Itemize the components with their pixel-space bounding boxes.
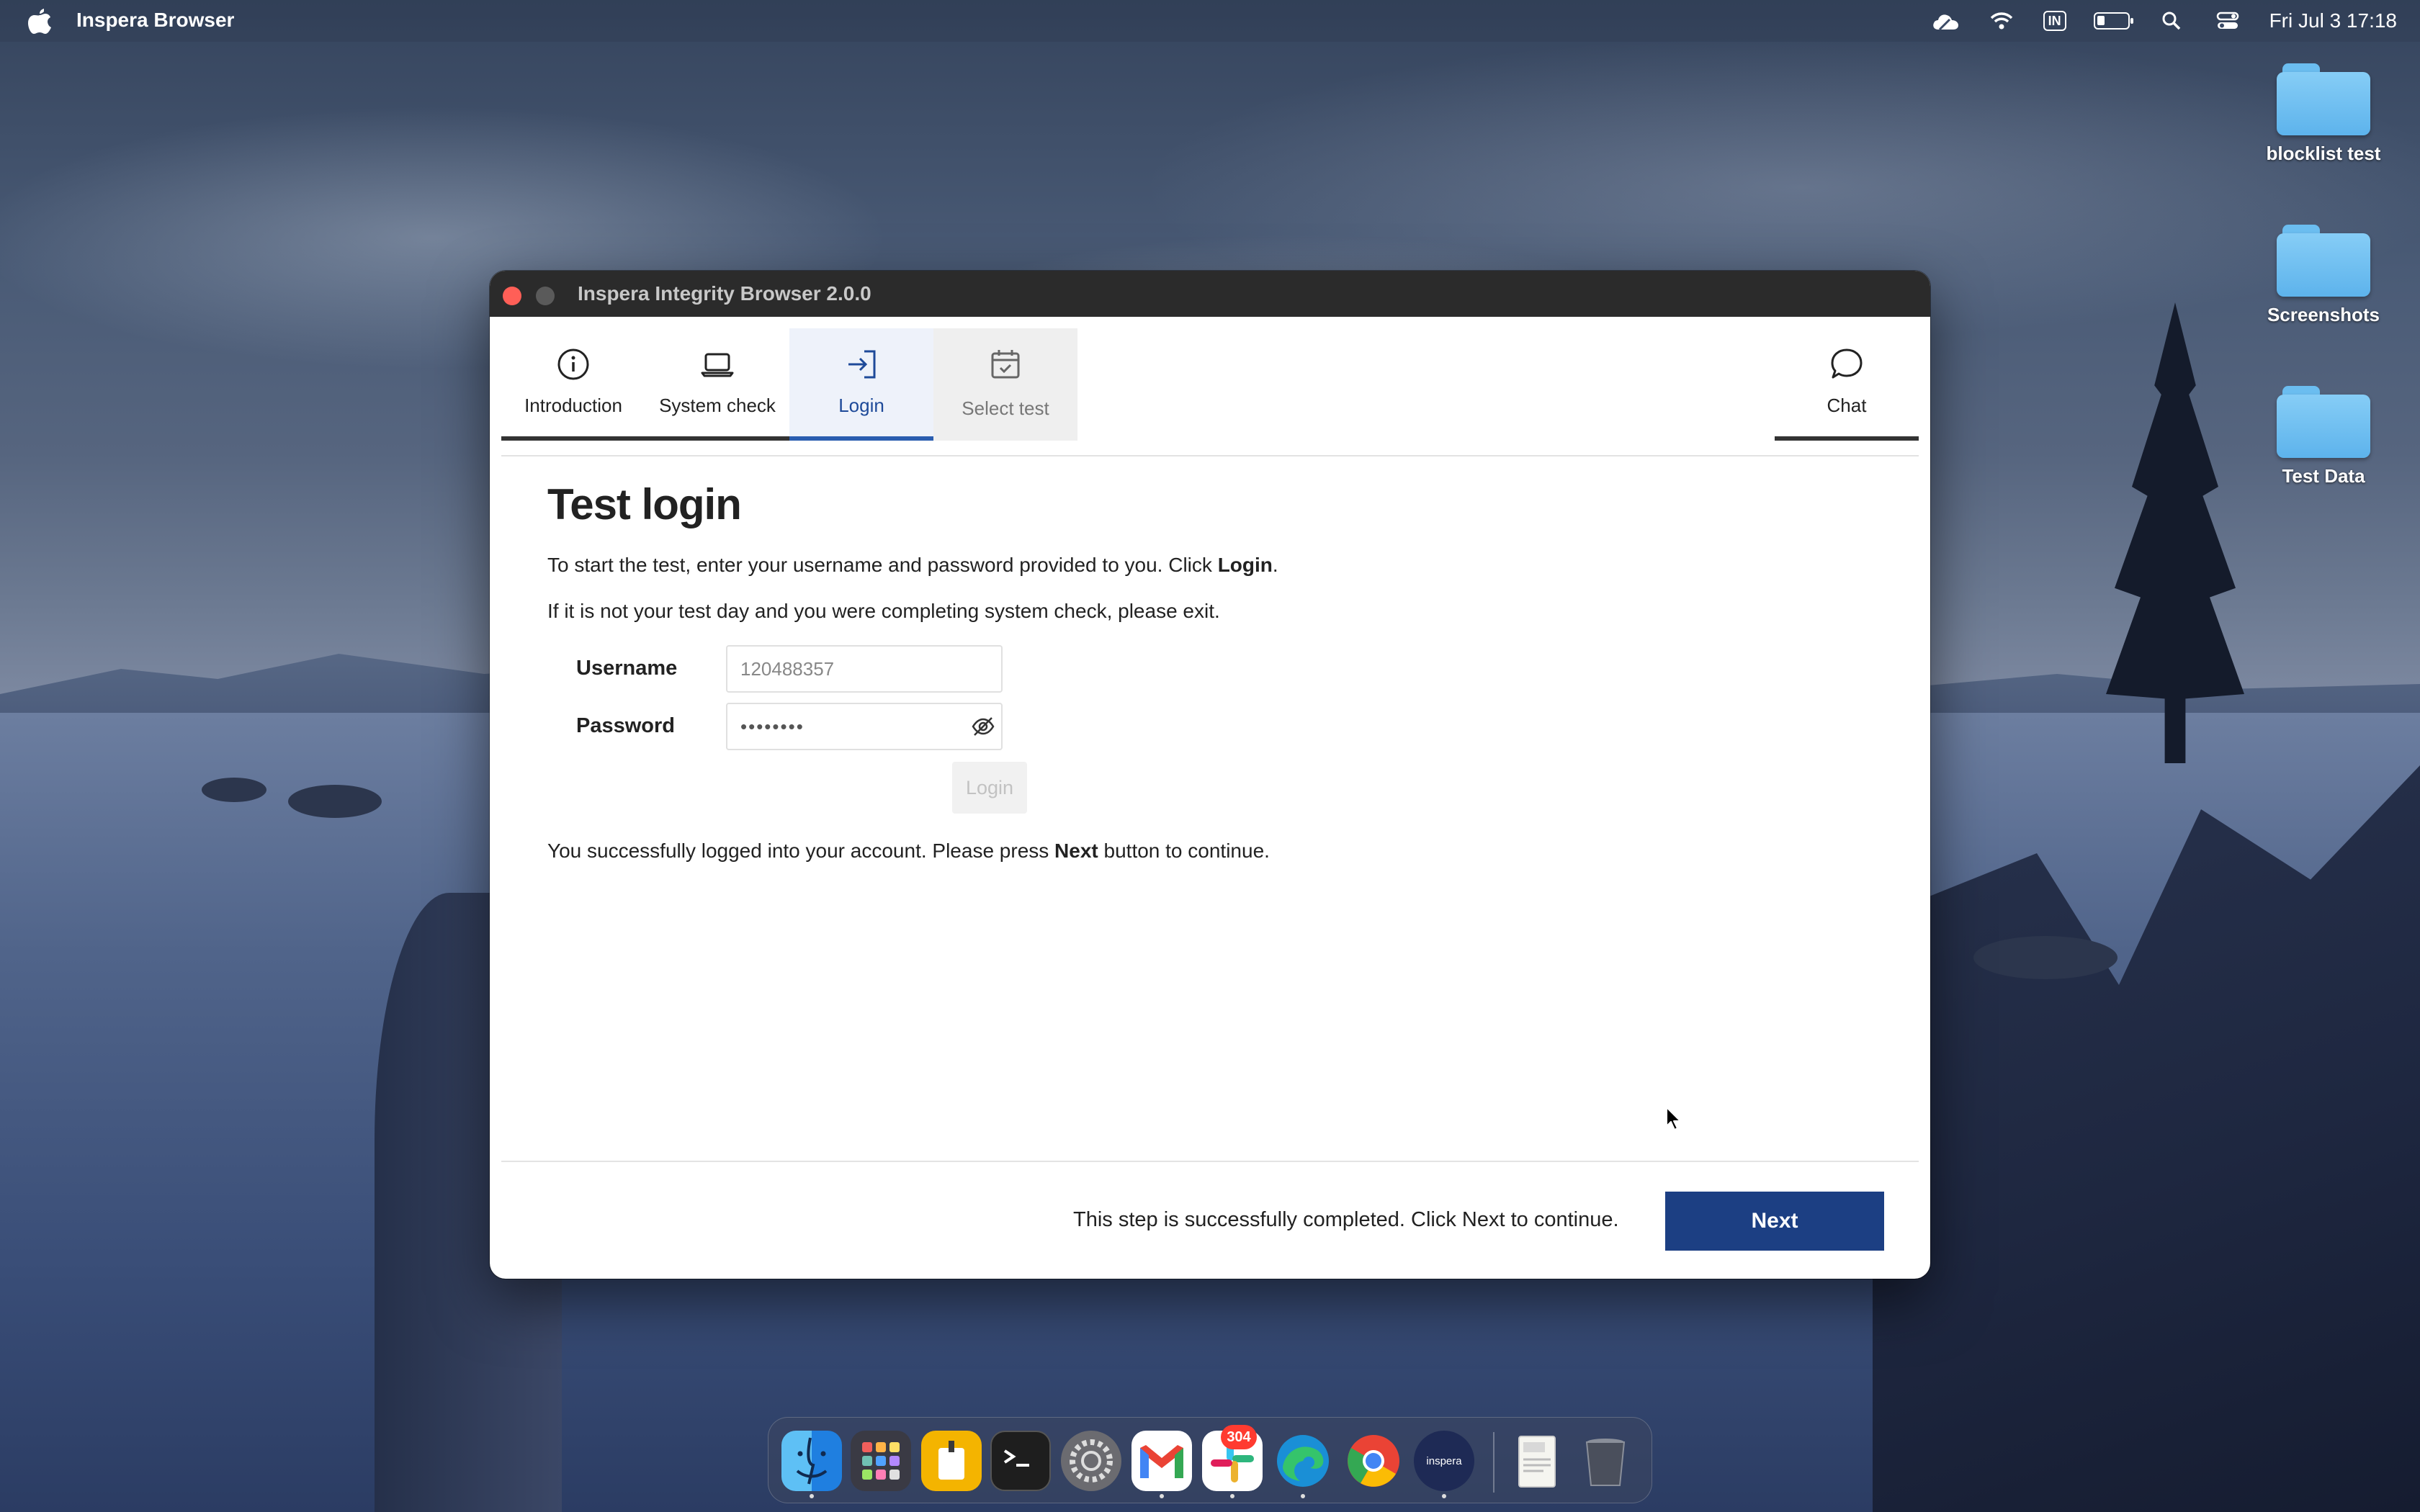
username-row: Username 120488357: [576, 645, 1023, 693]
finder-icon[interactable]: [781, 1431, 842, 1491]
desktop-folder-label: blocklist test: [2266, 143, 2381, 164]
footer-divider: [501, 1161, 1919, 1162]
wallpaper-stone: [1973, 936, 2118, 979]
dock: 304 inspera: [768, 1417, 1652, 1503]
desktop-folder-test-data[interactable]: Test Data: [2237, 386, 2410, 487]
tab-label: Chat: [1827, 395, 1867, 416]
menu-bar: Inspera Browser IN Fri Jul 3 17:18: [0, 0, 2420, 42]
tab-label: System check: [659, 395, 776, 416]
intro-text-bold: Login: [1217, 554, 1273, 576]
folder-icon: [2277, 225, 2370, 297]
success-message: You successfully logged into your accoun…: [547, 840, 1270, 863]
info-icon: [557, 348, 589, 380]
window-title: Inspera Integrity Browser 2.0.0: [578, 282, 871, 305]
wallpaper-stone: [288, 785, 382, 818]
inspera-running-indicator: [1442, 1494, 1446, 1498]
username-label: Username: [576, 657, 678, 680]
finder-running-indicator: [810, 1494, 814, 1498]
window-minimize-button[interactable]: [536, 287, 555, 305]
login-button[interactable]: Login: [952, 762, 1027, 814]
login-form: Username 120488357 Password •••••••• Log…: [576, 645, 1027, 814]
active-tab-indicator: [789, 436, 933, 441]
eye-slash-icon[interactable]: [971, 714, 995, 739]
tab-label: Introduction: [524, 395, 622, 416]
wallpaper-stone: [202, 778, 266, 802]
success-text-end: button to continue.: [1098, 840, 1270, 862]
desktop-folder-label: Screenshots: [2267, 304, 2380, 325]
password-field[interactable]: ••••••••: [726, 703, 1003, 750]
username-field[interactable]: 120488357: [726, 645, 1003, 693]
slack-notification-badge: 304: [1221, 1425, 1257, 1449]
chat-bubble-icon: [1831, 348, 1863, 379]
window-titlebar[interactable]: Inspera Integrity Browser 2.0.0: [490, 271, 1930, 317]
desktop-folder-blocklist-test[interactable]: blocklist test: [2237, 63, 2410, 165]
password-label: Password: [576, 714, 675, 737]
intro-text-end: .: [1272, 554, 1278, 576]
window-close-button[interactable]: [503, 287, 521, 305]
system-settings-icon[interactable]: [1061, 1431, 1121, 1491]
control-center-icon[interactable]: [2213, 10, 2242, 32]
tab-select-test[interactable]: Select test: [933, 328, 1077, 441]
login-icon: [848, 350, 876, 379]
tab-introduction[interactable]: Introduction: [501, 328, 645, 441]
chrome-icon[interactable]: [1343, 1431, 1404, 1491]
slack-running-indicator: [1230, 1494, 1234, 1498]
battery-icon[interactable]: [2093, 12, 2133, 30]
calendar-check-icon: [991, 350, 1020, 379]
tab-label: Login: [838, 395, 884, 416]
step-tabs: Introduction System check Login Select t…: [501, 328, 1919, 449]
tab-system-check[interactable]: System check: [645, 328, 789, 441]
apple-logo-icon[interactable]: [27, 7, 52, 35]
wifi-icon[interactable]: [1987, 10, 2016, 32]
edge-running-indicator: [1301, 1494, 1305, 1498]
launchpad-icon[interactable]: [851, 1431, 911, 1491]
edge-icon[interactable]: [1273, 1431, 1333, 1491]
success-text-part: You successfully logged into your accoun…: [547, 840, 1055, 862]
tab-label: Select test: [962, 397, 1049, 419]
folder-icon: [2277, 63, 2370, 135]
next-button[interactable]: Next: [1665, 1192, 1884, 1251]
trash-icon[interactable]: [1575, 1431, 1636, 1491]
laptop-icon: [701, 353, 734, 377]
gmail-icon[interactable]: [1131, 1431, 1192, 1491]
wallpaper-tree: [2106, 302, 2244, 763]
document-icon[interactable]: [1506, 1431, 1567, 1491]
mouse-cursor-icon: [1666, 1107, 1681, 1130]
header-divider: [501, 455, 1919, 456]
success-text-bold: Next: [1054, 840, 1098, 862]
password-row: Password ••••••••: [576, 703, 1023, 750]
folder-icon: [2277, 386, 2370, 458]
cloud-icon[interactable]: [1931, 10, 1960, 32]
step-status-text: This step is successfully completed. Cli…: [1073, 1208, 1619, 1231]
intro-text-part: To start the test, enter your username a…: [547, 554, 1218, 576]
dock-separator: [1493, 1432, 1494, 1493]
desktop-folder-label: Test Data: [2282, 465, 2365, 487]
page-title: Test login: [547, 480, 742, 528]
active-app-name[interactable]: Inspera Browser: [76, 9, 234, 32]
inspera-app-icon[interactable]: inspera: [1414, 1431, 1474, 1491]
input-source-indicator[interactable]: IN: [2043, 11, 2066, 31]
terminal-icon[interactable]: [990, 1431, 1051, 1491]
tab-login[interactable]: Login: [789, 328, 933, 441]
menubar-clock[interactable]: Fri Jul 3 17:18: [2269, 9, 2397, 32]
tab-chat[interactable]: Chat: [1775, 328, 1919, 441]
inspera-window: Inspera Integrity Browser 2.0.0 Introduc…: [490, 271, 1930, 1279]
exit-note: If it is not your test day and you were …: [547, 600, 1220, 622]
desktop-folder-screenshots[interactable]: Screenshots: [2237, 225, 2410, 326]
main-content: Test login To start the test, enter your…: [547, 480, 1873, 862]
spotlight-search-icon[interactable]: [2157, 10, 2186, 32]
keynote-icon[interactable]: [921, 1431, 982, 1491]
intro-text: To start the test, enter your username a…: [547, 554, 1873, 577]
gmail-running-indicator: [1160, 1494, 1164, 1498]
